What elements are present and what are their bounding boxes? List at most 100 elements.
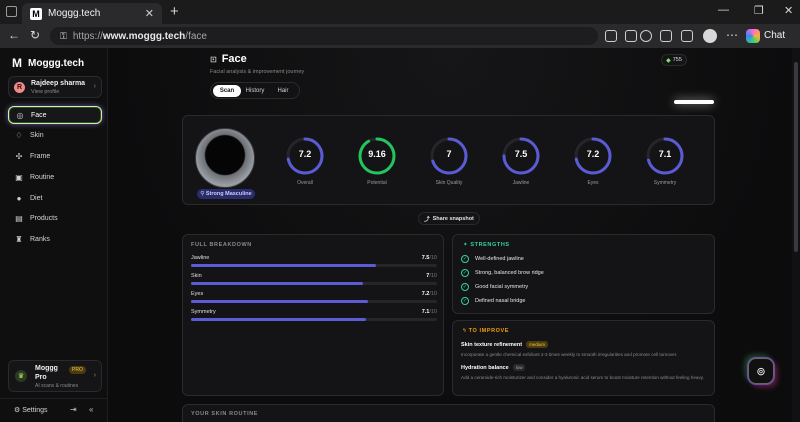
- site-info-icon[interactable]: ⚿: [60, 31, 67, 42]
- tab-hair[interactable]: Hair: [269, 85, 297, 97]
- scan-icon: ⊚: [756, 365, 766, 378]
- sidebar-item-diet[interactable]: ● Diet: [8, 189, 102, 207]
- ring-label: Jawline: [512, 180, 530, 186]
- sidebar-item-skin[interactable]: ♢ Skin: [8, 126, 102, 144]
- breakdown-panel: FULL BREAKDOWN Jawline 7.5/10 Skin 7/10 Eyes…: [182, 234, 444, 396]
- strength-item: ✓ Defined nasal bridge: [461, 297, 525, 305]
- address-bar[interactable]: ⚿ https:// www.moggg.tech /face: [50, 27, 598, 45]
- breakdown-score: 7/10: [426, 273, 437, 279]
- breakdown-label: Skin: [191, 273, 202, 279]
- check-icon: ✓: [461, 297, 469, 305]
- improve-item-title: Hydration balance low: [461, 364, 526, 371]
- score-ring-potential: 9.16: [357, 136, 397, 176]
- page-scrollbar[interactable]: [792, 48, 800, 422]
- minimize-button[interactable]: —: [718, 4, 729, 16]
- copilot-icon[interactable]: [746, 29, 760, 43]
- breakdown-score: 7.5/10: [422, 255, 437, 261]
- face-type-badge: ⚲ Strong Masculine: [197, 189, 255, 199]
- pro-title: Moggg: [35, 365, 58, 372]
- workspaces-icon[interactable]: [6, 6, 17, 17]
- settings-button[interactable]: ⚙ Settings: [14, 406, 48, 414]
- profile-avatar[interactable]: [703, 29, 717, 43]
- sidebar-item-label: Diet: [30, 194, 43, 202]
- view-profile-link[interactable]: View profile: [31, 89, 59, 95]
- collapse-sidebar-icon[interactable]: «: [89, 405, 93, 414]
- page-title: ⊡ Face: [210, 53, 304, 65]
- tab-close-icon[interactable]: ✕: [145, 7, 154, 20]
- new-tab-button[interactable]: +: [170, 3, 179, 20]
- sidebar-item-label: Products: [30, 214, 58, 222]
- sidebar-item-frame[interactable]: ✣ Frame: [8, 147, 102, 165]
- chevron-right-icon: ›: [93, 83, 96, 90]
- check-icon: ✓: [461, 283, 469, 291]
- ring-value: 7.5: [514, 149, 528, 159]
- scrollbar-thumb[interactable]: [794, 62, 798, 252]
- improve-heading: Hydration balance: [461, 364, 509, 371]
- page-title-text: Face: [221, 53, 247, 65]
- progress-fill: [191, 264, 376, 267]
- extensions-icon[interactable]: [660, 30, 672, 42]
- refresh-icon[interactable]: ↻: [30, 28, 40, 42]
- share-label: Share snapshot: [432, 215, 474, 222]
- reader-view-icon[interactable]: [605, 30, 617, 42]
- sidebar-item-routine[interactable]: ▣ Routine: [8, 168, 102, 186]
- sidebar-footer: ⚙ Settings ⇥ «: [0, 398, 108, 422]
- ring-label: Overall: [297, 180, 313, 186]
- site-favicon: M: [30, 7, 42, 20]
- face-photo: [195, 128, 255, 188]
- improve-panel: ϟ TO IMPROVE Skin texture refinement med…: [452, 320, 715, 396]
- chat-button[interactable]: Chat: [764, 30, 785, 41]
- share-snapshot-button[interactable]: ⤴ Share snapshot: [418, 212, 480, 225]
- improve-title-text: TO IMPROVE: [468, 328, 510, 334]
- ring-label: Skin Quality: [435, 180, 463, 186]
- improve-item-desc: Incorporate a gentle chemical exfoliant …: [461, 352, 678, 357]
- breakdown-label: Eyes: [191, 291, 204, 297]
- strength-text: Well-defined jawline: [475, 256, 524, 262]
- progress-track: [191, 282, 437, 285]
- sidebar-item-products[interactable]: ▤ Products: [8, 209, 102, 227]
- mode-tabs: Scan History Hair: [210, 82, 300, 99]
- improve-heading: Skin texture refinement: [461, 341, 523, 348]
- breakdown-title: FULL BREAKDOWN: [191, 242, 252, 248]
- user-avatar: R: [14, 82, 25, 93]
- sidebar-item-label: Frame: [30, 152, 51, 160]
- score-ring-jawline: 7.5: [501, 136, 541, 176]
- pro-upgrade-card[interactable]: ♛ Moggg Pro PRO AI scans & routines ›: [8, 360, 102, 392]
- split-screen-icon[interactable]: [625, 30, 637, 42]
- more-menu-icon[interactable]: ⋯: [726, 28, 738, 42]
- share-icon: ⤴: [424, 216, 430, 223]
- progress-fill: [191, 300, 369, 303]
- strengths-panel: ✦ STRENGTHS ✓ Well-defined jawline ✓ Stron…: [452, 234, 715, 314]
- progress-track: [191, 300, 437, 303]
- logout-icon[interactable]: ⇥: [70, 405, 77, 414]
- tab-history[interactable]: History: [241, 85, 269, 97]
- pro-badge: PRO: [69, 366, 86, 374]
- face-scan-fab[interactable]: ⊚: [748, 358, 774, 384]
- collections-icon[interactable]: [681, 30, 693, 42]
- favorites-icon[interactable]: [640, 30, 652, 42]
- app-sidebar: M Moggg.tech R Rajdeep sharma View profi…: [0, 48, 108, 422]
- sidebar-item-face[interactable]: ◎ Face: [8, 106, 102, 124]
- streak-badge[interactable]: ◆ 755: [661, 54, 687, 66]
- maximize-button[interactable]: ❐: [754, 4, 764, 17]
- tab-scan[interactable]: Scan: [213, 84, 241, 97]
- ring-label: Eyes: [587, 180, 599, 186]
- page-subtitle: Facial analysis & improvement journey: [210, 69, 305, 75]
- tab-bar: M Moggg.tech ✕ + — ❐ ✕: [0, 0, 800, 24]
- strength-item: ✓ Good facial symmetry: [461, 283, 528, 291]
- sidebar-item-ranks[interactable]: ♜ Ranks: [8, 230, 102, 248]
- profile-card[interactable]: R Rajdeep sharma View profile ›: [8, 76, 102, 98]
- close-window-button[interactable]: ✕: [784, 4, 793, 17]
- brand-name: Moggg.tech: [28, 57, 85, 69]
- browser-toolbar: ← ↻ ⚿ https:// www.moggg.tech /face ⋯ Ch…: [0, 24, 800, 48]
- back-arrow-icon[interactable]: ←: [8, 28, 20, 42]
- strength-item: ✓ Strong, balanced brow ridge: [461, 269, 544, 277]
- box-icon: ▤: [15, 213, 23, 223]
- browser-tab[interactable]: M Moggg.tech ✕: [22, 3, 162, 24]
- main-content: ⊡ Face Facial analysis & improvement jou…: [108, 48, 792, 422]
- brand-logo[interactable]: M Moggg.tech: [12, 56, 84, 70]
- progress-track: [191, 264, 437, 267]
- sidebar-item-label: Routine: [30, 173, 55, 181]
- check-icon: ✓: [461, 269, 469, 277]
- face-type-label: Strong Masculine: [205, 191, 252, 197]
